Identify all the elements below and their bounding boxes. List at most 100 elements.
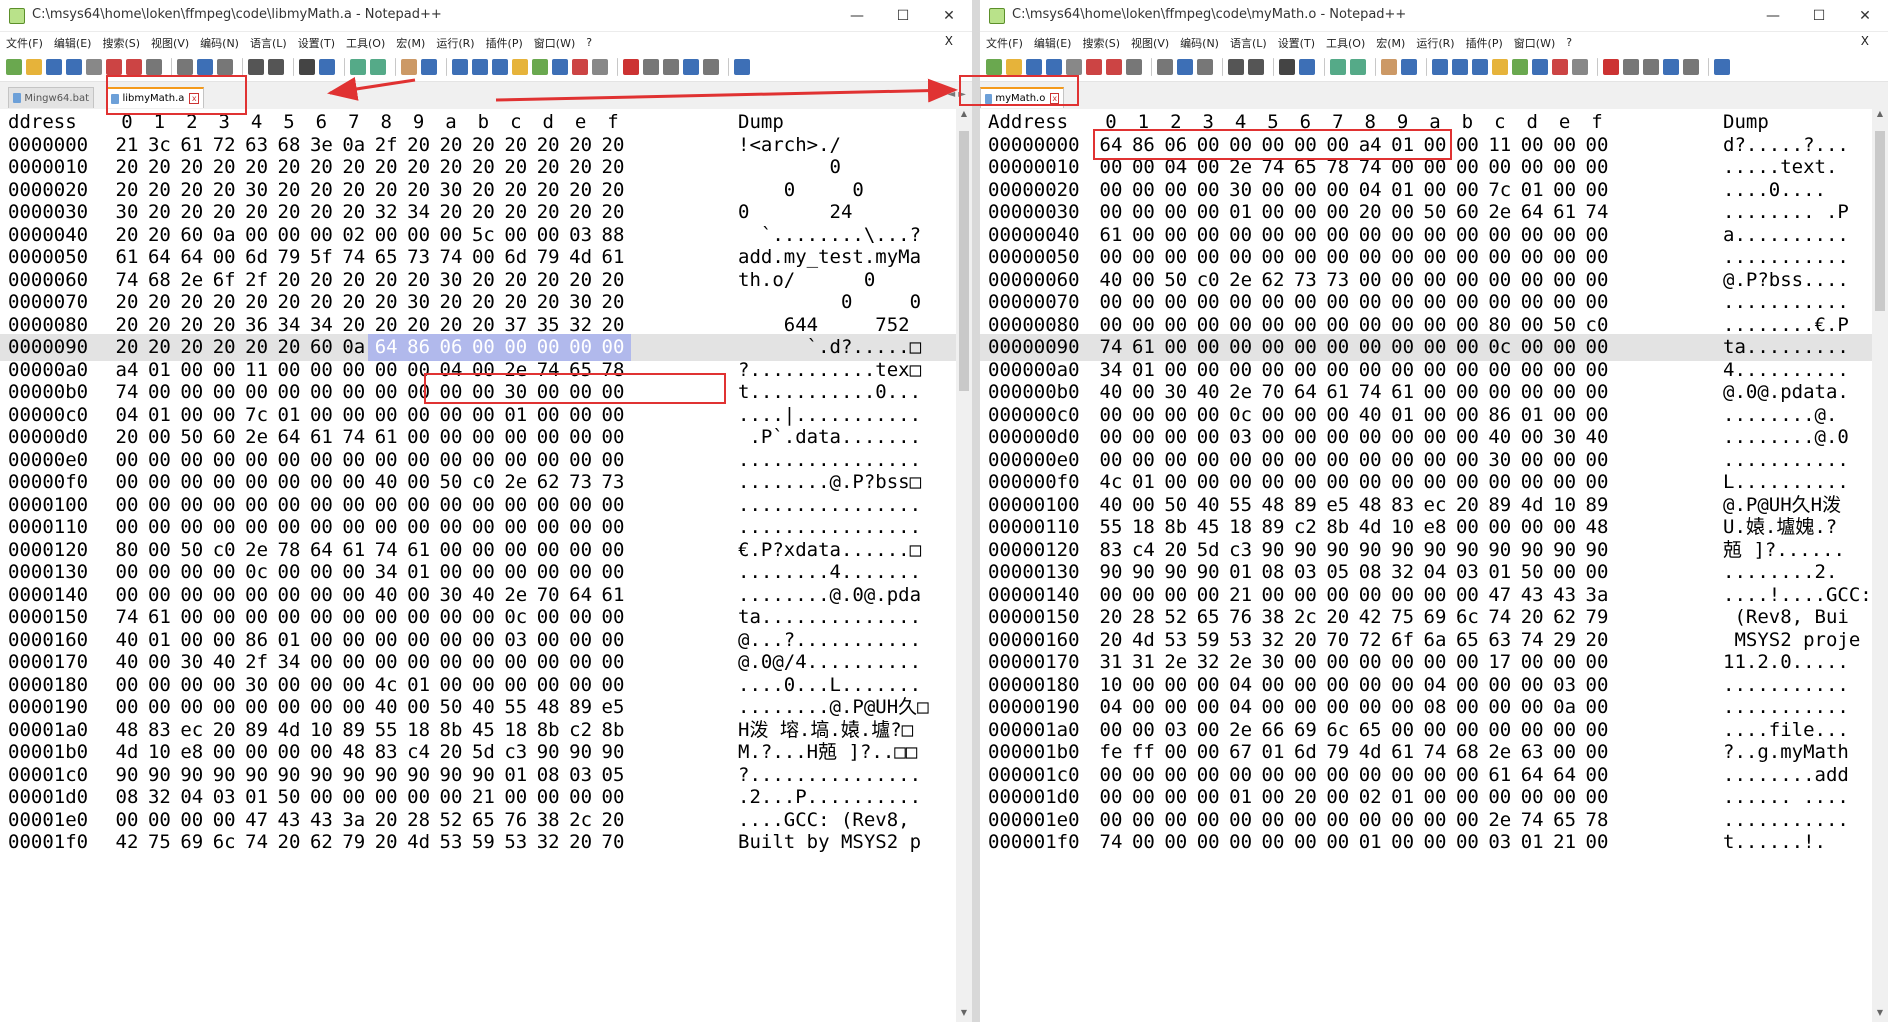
toolbar-button-icon[interactable]: [1086, 59, 1102, 75]
toolbar-button-icon[interactable]: [1714, 59, 1730, 75]
toolbar-button-icon[interactable]: [986, 59, 1002, 75]
menu-item[interactable]: 窗口(W): [1514, 35, 1555, 51]
toolbar-button-icon[interactable]: [1603, 59, 1619, 75]
vertical-scrollbar[interactable]: ▲ ▼: [956, 109, 972, 1022]
hex-byte[interactable]: 00: [1158, 829, 1194, 856]
tab-mymath-o[interactable]: myMath.o x: [980, 87, 1064, 108]
toolbar-button-icon[interactable]: [86, 59, 102, 75]
hex-byte[interactable]: 59: [465, 829, 501, 856]
hex-byte[interactable]: 4d: [401, 829, 437, 856]
tab-mingw64-bat[interactable]: Mingw64.bat: [8, 87, 94, 108]
toolbar-button-icon[interactable]: [1552, 59, 1568, 75]
menu-item[interactable]: 编码(N): [1180, 35, 1219, 51]
menu-item[interactable]: 编辑(E): [1034, 35, 1072, 51]
toolbar-button-icon[interactable]: [683, 59, 699, 75]
maximize-icon[interactable]: ☐: [880, 0, 926, 31]
toolbar-button-icon[interactable]: [66, 59, 82, 75]
toolbar-button-icon[interactable]: [1157, 59, 1173, 75]
tab-close-icon[interactable]: x: [1050, 93, 1059, 104]
hex-byte[interactable]: 62: [303, 829, 339, 856]
toolbar-button-icon[interactable]: [532, 59, 548, 75]
menu-item[interactable]: 运行(R): [436, 35, 474, 51]
hex-byte[interactable]: 00: [1223, 829, 1259, 856]
toolbar-button-icon[interactable]: [1046, 59, 1062, 75]
hex-byte[interactable]: 00: [1449, 829, 1485, 856]
menu-item[interactable]: 宏(M): [1376, 35, 1405, 51]
menu-close-icon[interactable]: X: [945, 34, 953, 48]
hex-byte[interactable]: 00: [1320, 829, 1356, 856]
hex-byte[interactable]: 00: [1287, 829, 1323, 856]
scroll-up-icon[interactable]: ▲: [956, 109, 972, 123]
toolbar-button-icon[interactable]: [319, 59, 335, 75]
hex-byte[interactable]: 00: [1417, 829, 1453, 856]
hex-byte[interactable]: 01: [1514, 829, 1550, 856]
toolbar-button-icon[interactable]: [452, 59, 468, 75]
toolbar-button-icon[interactable]: [1330, 59, 1346, 75]
toolbar-button-icon[interactable]: [1126, 59, 1142, 75]
toolbar-button-icon[interactable]: [1350, 59, 1366, 75]
menu-item[interactable]: 文件(F): [986, 35, 1023, 51]
hex-byte[interactable]: 00: [1385, 829, 1421, 856]
toolbar-button-icon[interactable]: [401, 59, 417, 75]
hex-byte[interactable]: 00: [1255, 829, 1291, 856]
hex-byte[interactable]: 53: [498, 829, 534, 856]
menu-item[interactable]: 语言(L): [1230, 35, 1267, 51]
toolbar-button-icon[interactable]: [1572, 59, 1588, 75]
hex-byte[interactable]: 32: [530, 829, 566, 856]
toolbar-button-icon[interactable]: [592, 59, 608, 75]
toolbar-button-icon[interactable]: [703, 59, 719, 75]
toolbar-button-icon[interactable]: [1026, 59, 1042, 75]
toolbar-button-icon[interactable]: [1623, 59, 1639, 75]
toolbar-button-icon[interactable]: [6, 59, 22, 75]
scroll-down-icon[interactable]: ▼: [956, 1008, 972, 1022]
toolbar-button-icon[interactable]: [1472, 59, 1488, 75]
hex-byte[interactable]: 00: [1579, 829, 1615, 856]
toolbar-button-icon[interactable]: [146, 59, 162, 75]
scrollbar-thumb[interactable]: [959, 131, 969, 391]
tab-scroll-arrows-icon[interactable]: ◄ ►: [947, 89, 966, 100]
toolbar-button-icon[interactable]: [1452, 59, 1468, 75]
toolbar-button-icon[interactable]: [268, 59, 284, 75]
maximize-icon[interactable]: ☐: [1796, 0, 1842, 31]
hex-byte[interactable]: 69: [174, 829, 210, 856]
hex-row[interactable]: 000001f0 74 00 00 00 00 00 00 00 01 00 00 00 03 01 21 00…: [980, 829, 1872, 856]
hex-byte[interactable]: 00: [1125, 829, 1161, 856]
hex-byte[interactable]: 42: [109, 829, 145, 856]
scroll-down-icon[interactable]: ▼: [1872, 1008, 1888, 1022]
menu-item[interactable]: 插件(P): [1466, 35, 1503, 51]
hex-row[interactable]: 00001f0 42 75 69 6c 74 20 62 79 20 4d 53 59 53 32 20 70 B…: [0, 829, 956, 856]
toolbar-button-icon[interactable]: [299, 59, 315, 75]
vertical-scrollbar[interactable]: ▲ ▼: [1872, 109, 1888, 1022]
hex-byte[interactable]: 03: [1482, 829, 1518, 856]
hex-byte[interactable]: 74: [239, 829, 275, 856]
menu-item[interactable]: 编码(N): [200, 35, 239, 51]
toolbar-button-icon[interactable]: [1299, 59, 1315, 75]
ascii-dump[interactable]: t......!.: [1723, 829, 1826, 856]
hex-byte[interactable]: 20: [563, 829, 599, 856]
menu-close-icon[interactable]: X: [1861, 34, 1869, 48]
menu-item[interactable]: ?: [586, 36, 592, 49]
toolbar-button-icon[interactable]: [421, 59, 437, 75]
hex-byte[interactable]: 20: [368, 829, 404, 856]
toolbar-button-icon[interactable]: [46, 59, 62, 75]
menu-item[interactable]: 运行(R): [1416, 35, 1454, 51]
menu-item[interactable]: 工具(O): [1326, 35, 1365, 51]
hex-byte[interactable]: 74: [1093, 829, 1129, 856]
hex-byte[interactable]: 79: [336, 829, 372, 856]
menu-item[interactable]: 搜索(S): [102, 35, 140, 51]
toolbar-button-icon[interactable]: [1066, 59, 1082, 75]
hex-byte[interactable]: 01: [1352, 829, 1388, 856]
menu-item[interactable]: 搜索(S): [1082, 35, 1120, 51]
toolbar-button-icon[interactable]: [1248, 59, 1264, 75]
toolbar-button-icon[interactable]: [177, 59, 193, 75]
tab-libmymath-a[interactable]: libmyMath.a x: [106, 87, 204, 108]
hex-byte[interactable]: 21: [1547, 829, 1583, 856]
hex-editor-view[interactable]: ▲ ▼ ddress 0 1 2 3 4 5 6 7 8 9 a b c d e f Dump 0000000 21 3…: [0, 109, 972, 1022]
toolbar-button-icon[interactable]: [472, 59, 488, 75]
menu-item[interactable]: 窗口(W): [534, 35, 575, 51]
hex-byte[interactable]: 70: [595, 829, 631, 856]
close-icon[interactable]: ✕: [1842, 0, 1888, 31]
ascii-dump[interactable]: Built by MSYS2 p: [738, 829, 921, 856]
toolbar-button-icon[interactable]: [1663, 59, 1679, 75]
toolbar-button-icon[interactable]: [126, 59, 142, 75]
